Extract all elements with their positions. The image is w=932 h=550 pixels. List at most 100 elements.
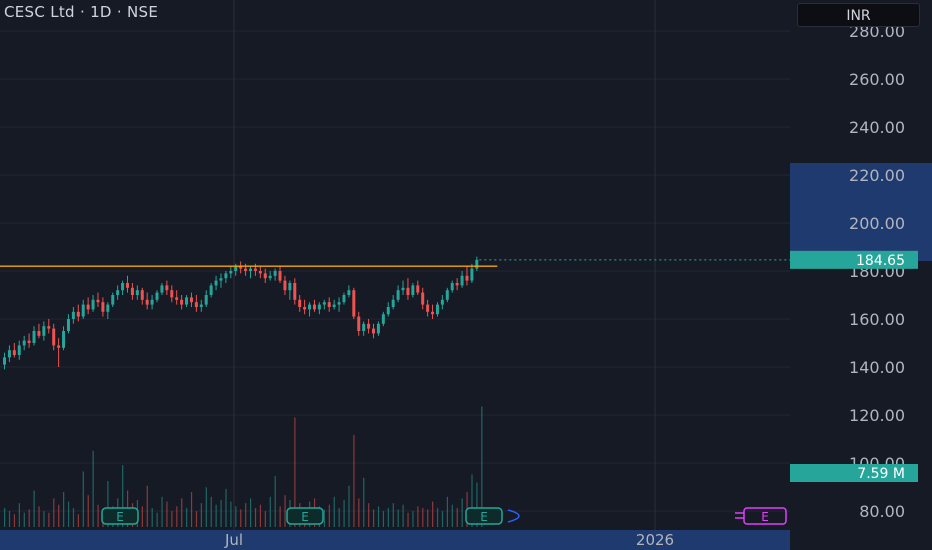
volume-bar [254, 507, 257, 527]
candle-body [126, 283, 129, 288]
volume-bar [432, 501, 434, 527]
volume-bar [141, 506, 143, 527]
volume-bar [63, 492, 65, 527]
candle-body [273, 271, 277, 276]
price-tick-label: 80.00 [859, 502, 905, 521]
volume-bar [13, 514, 16, 527]
candle-body [57, 345, 61, 348]
time-tick-label: Jul [224, 531, 243, 549]
volume-bar [156, 512, 158, 527]
candle-body [249, 268, 252, 271]
candle-body [357, 316, 361, 331]
volume-bar [171, 511, 173, 527]
volume-bar [53, 498, 55, 527]
volume-bar [323, 509, 325, 527]
volume-bar [373, 509, 375, 527]
candle-body [352, 290, 356, 317]
volume-bar [72, 507, 75, 527]
volume-bar [446, 496, 448, 527]
candle-body [214, 280, 218, 286]
candle-body [401, 287, 405, 291]
candle-body [376, 323, 380, 334]
currency-button[interactable]: INR [797, 3, 920, 27]
volume-bar [161, 496, 163, 527]
candle-body [244, 268, 248, 271]
volume-bar [8, 511, 11, 527]
price-axis[interactable]: 280.00260.00240.00220.00200.00180.00160.… [790, 22, 918, 521]
volume-bar [412, 511, 414, 527]
candle-body [234, 266, 238, 271]
earnings-marker-label: E [116, 510, 124, 524]
volume-bar [427, 509, 429, 527]
price-tick-label: 120.00 [849, 406, 905, 425]
price-tick-label: 160.00 [849, 310, 905, 329]
volume-bars [4, 406, 483, 527]
candle-body [116, 290, 120, 295]
volume-bar [284, 495, 286, 527]
candle-body [111, 295, 115, 305]
volume-bar [422, 507, 424, 527]
earnings-marker-label: E [480, 510, 488, 524]
volume-bar [387, 507, 389, 527]
volume-bar [240, 509, 242, 527]
candle-body [253, 268, 257, 271]
volume-bar [87, 495, 89, 527]
candle-body [342, 295, 346, 303]
candle-body [475, 259, 479, 269]
earnings-marker-label: E [301, 510, 309, 524]
volume-bar [97, 504, 99, 527]
candle-body [288, 283, 292, 291]
candle-body [396, 290, 400, 300]
candle-body [86, 304, 90, 310]
price-tick-label: 140.00 [849, 358, 905, 377]
candle-body [150, 299, 154, 305]
candle-body [258, 271, 262, 274]
future-earnings-label: E [761, 510, 769, 524]
volume-bar [250, 498, 252, 527]
price-chart[interactable]: E E E E 280.00260.00240.00220.00200.00180.0… [0, 0, 932, 550]
future-earnings-marker: E [735, 507, 787, 525]
volume-bar [392, 503, 394, 527]
volume-bar [397, 509, 399, 527]
volume-bar [82, 471, 84, 527]
volume-bar [92, 450, 94, 527]
volume-bar [166, 501, 168, 527]
candle-body [165, 285, 169, 291]
candle-body [135, 290, 139, 295]
candle-body [317, 304, 321, 310]
volume-bar [274, 476, 276, 527]
candle-body [224, 273, 228, 279]
volume-bar [23, 512, 25, 527]
volume-bar [215, 504, 217, 527]
candle-body [106, 304, 110, 312]
candle-body [391, 299, 395, 307]
volume-bar [461, 498, 463, 527]
candle-body [3, 357, 6, 365]
earnings-arc [507, 509, 520, 523]
candle-body [189, 297, 193, 303]
candle-body [406, 287, 410, 295]
candle-body [362, 323, 366, 331]
candle-body [66, 319, 70, 331]
volume-bar [363, 477, 365, 527]
volume-bar [269, 496, 271, 527]
volume-bar [190, 492, 193, 527]
volume-bar [146, 485, 148, 527]
earnings-marker: E [286, 507, 324, 525]
volume-value-label: 7.59 M [857, 466, 905, 482]
candle-body [180, 299, 184, 305]
candle-body [12, 350, 16, 355]
volume-bar [348, 485, 350, 527]
volume-bar [259, 504, 262, 527]
candle-body [416, 285, 420, 293]
volume-bar [451, 504, 453, 527]
candle-body [52, 328, 56, 346]
volume-bar [38, 506, 40, 527]
candle-body [155, 292, 159, 300]
candle-body [470, 268, 474, 281]
candle-body [381, 314, 385, 324]
volume-bar [407, 512, 409, 527]
candle-body [421, 292, 425, 305]
volume-bar [220, 500, 222, 527]
symbol-title[interactable]: CESC Ltd · 1D · NSE [4, 3, 158, 21]
